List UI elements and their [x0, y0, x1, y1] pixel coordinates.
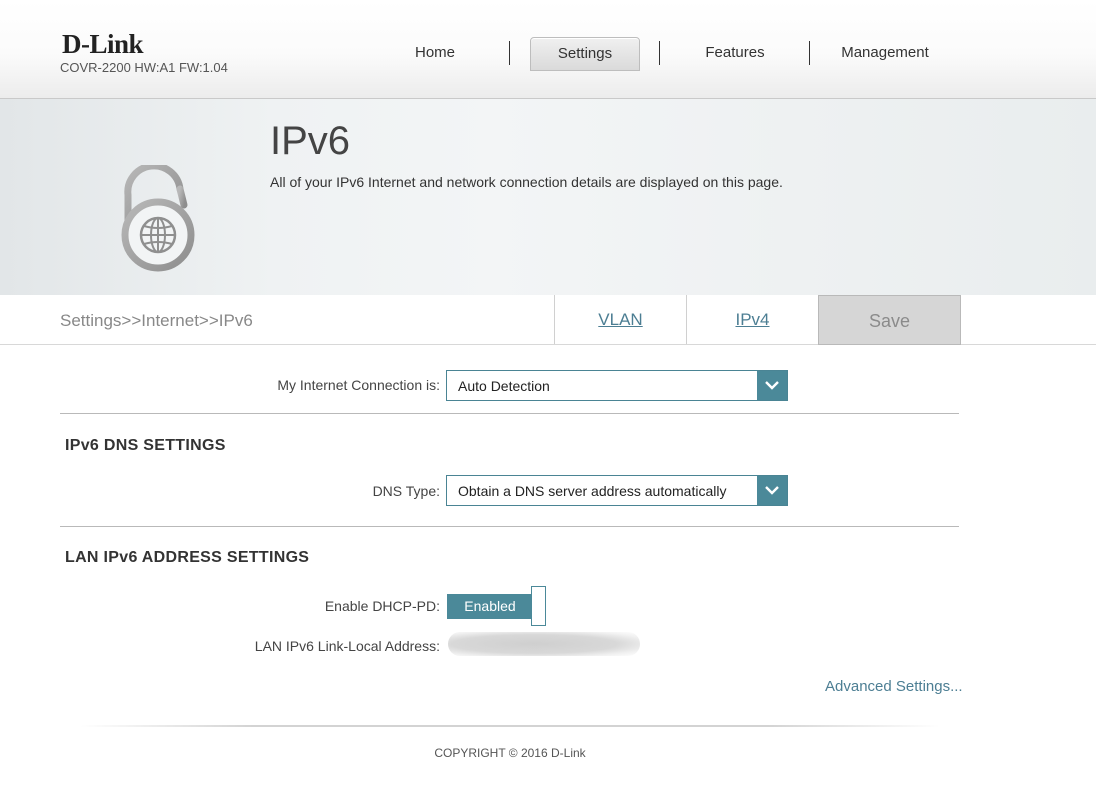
footer-divider: [80, 725, 940, 727]
nav-home[interactable]: Home: [375, 37, 495, 69]
nav-management[interactable]: Management: [825, 37, 945, 69]
redacted-link-local-address: [448, 632, 640, 656]
nav-settings[interactable]: Settings: [530, 37, 640, 71]
toggle-knob[interactable]: [531, 586, 546, 626]
connection-type-label: My Internet Connection is:: [277, 377, 440, 393]
nav-separator: [659, 41, 660, 65]
dlink-logo[interactable]: D-Link: [62, 29, 144, 60]
nav-separator: [509, 41, 510, 65]
tab-ipv4[interactable]: IPv4: [686, 295, 818, 344]
chevron-down-icon[interactable]: [757, 476, 787, 505]
nav-separator: [809, 41, 810, 65]
copyright: COPYRIGHT © 2016 D-Link: [434, 746, 586, 760]
chevron-down-icon[interactable]: [757, 371, 787, 400]
top-header: D-Link COVR-2200 HW:A1 FW:1.04 Home Sett…: [0, 0, 1096, 99]
nav-features[interactable]: Features: [675, 37, 795, 69]
tab-vlan[interactable]: VLAN: [554, 295, 686, 344]
lan-section-title: LAN IPv6 ADDRESS SETTINGS: [65, 549, 310, 566]
dhcp-pd-label: Enable DHCP-PD:: [324, 598, 440, 614]
dns-section-title: IPv6 DNS SETTINGS: [65, 437, 226, 454]
advanced-settings-link[interactable]: Advanced Settings...: [825, 678, 963, 695]
page-title: IPv6: [270, 119, 351, 163]
dns-type-select[interactable]: Obtain a DNS server address automaticall…: [446, 475, 788, 506]
page-banner: IPv6 All of your IPv6 Internet and netwo…: [0, 99, 1096, 296]
dns-type-label: DNS Type:: [372, 483, 440, 499]
link-local-label: LAN IPv6 Link-Local Address:: [254, 638, 440, 654]
padlock-globe-icon: [114, 162, 202, 280]
page-description: All of your IPv6 Internet and network co…: [270, 174, 783, 190]
section-divider: [60, 413, 959, 414]
connection-type-select[interactable]: Auto Detection: [446, 370, 788, 401]
connection-type-value: Auto Detection: [458, 378, 550, 394]
breadcrumb: Settings>>Internet>>IPv6: [60, 311, 253, 330]
model-info: COVR-2200 HW:A1 FW:1.04: [60, 60, 228, 75]
dhcp-pd-toggle[interactable]: Enabled: [447, 586, 547, 626]
dhcp-pd-state: Enabled: [447, 594, 533, 619]
save-button[interactable]: Save: [818, 295, 961, 345]
breadcrumb-tab-bar: Settings>>Internet>>IPv6 VLAN IPv4 Save: [0, 295, 1096, 345]
section-divider: [60, 526, 959, 527]
dns-type-value: Obtain a DNS server address automaticall…: [458, 483, 727, 499]
